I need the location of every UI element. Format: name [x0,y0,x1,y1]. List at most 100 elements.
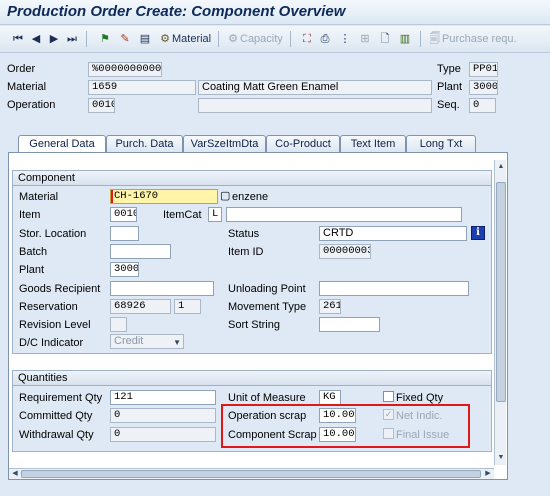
horizontal-scroll-thumb[interactable] [21,470,481,478]
header-material-description[interactable]: Coating Matt Green Enamel [198,80,432,95]
withdrawal-qty-field[interactable]: 0 [110,427,216,442]
stor-location-field[interactable] [110,226,139,241]
toolbar-separator [290,31,291,47]
vertical-scrollbar[interactable]: ▲ ▼ [494,160,506,465]
capacity-button-label: Capacity [240,33,283,45]
withdrawal-qty-label: Withdrawal Qty [19,429,94,441]
sort-string-field[interactable] [319,317,380,332]
toolbar-separator [86,31,87,47]
horizontal-scrollbar[interactable]: ◀ ▶ [9,468,494,479]
header-plant-field[interactable]: 3000 [469,80,498,95]
list-button[interactable]: ▤ [138,30,152,48]
hierarchy-icon: ⛶ [303,33,311,45]
plant-field[interactable]: 3000 [110,262,139,277]
batch-field[interactable] [110,244,171,259]
itemcat-description-field[interactable] [226,207,462,222]
material-button[interactable]: ⚙ Material [158,30,211,48]
item-id-label: Item ID [228,246,264,258]
tab-long-txt[interactable]: Long Txt [406,135,476,153]
status-label: Status [228,228,260,240]
goods-recipient-label: Goods Recipient [19,283,101,295]
header-material-label: Material [7,81,47,93]
previous-icon: ◀ [31,33,41,45]
scroll-left-icon[interactable]: ◀ [10,469,20,479]
batch-label: Batch [19,246,48,258]
page-title: Production Order Create: Component Overv… [7,3,346,20]
status-info-icon[interactable]: i [471,226,485,240]
plant-label: Plant [19,264,45,276]
structure-button[interactable]: ⊞ [358,30,372,48]
header-material-field[interactable]: 1659 [88,80,196,95]
requirement-qty-field[interactable]: 121 [110,390,216,405]
movement-type-label: Movement Type [228,301,307,313]
edit-button[interactable]: ✎ [118,30,132,48]
quantities-group-heading: Quantities [13,371,491,386]
unloading-point-label: Unloading Point [228,283,306,295]
committed-qty-field[interactable]: 0 [110,408,216,423]
reservation-field[interactable]: 68926 [110,299,171,314]
material-field[interactable]: CH-1670 [110,189,218,204]
print-button[interactable]: ⎙ [318,30,332,48]
item-field[interactable]: 0010 [110,207,137,222]
unit-of-measure-label: Unit of Measure [228,392,306,404]
first-page-button[interactable]: ⏮ [11,30,25,48]
tab-text-item[interactable]: Text Item [340,135,406,153]
title-bar: Production Order Create: Component Overv… [0,0,550,25]
stor-location-label: Stor. Location [19,228,87,240]
type-field[interactable]: PP01 [469,62,498,77]
scrap-highlight-box [221,404,470,448]
chevron-down-icon: ▼ [173,338,181,347]
reservation-item-field[interactable]: 1 [174,299,201,314]
print-icon: ⎙ [320,33,330,45]
requirement-qty-label: Requirement Qty [19,392,103,404]
purchase-icon: 🗐 [429,33,441,45]
barrel-button[interactable]: ▥ [398,30,412,48]
toolbar-separator [218,31,219,47]
committed-qty-label: Committed Qty [19,410,93,422]
tree-button[interactable]: ⋮ [338,30,352,48]
seq-field[interactable]: 0 [469,98,496,113]
material-label: Material [19,191,59,203]
vertical-scroll-thumb[interactable] [496,182,506,402]
next-page-button[interactable]: ▶ [47,30,61,48]
scroll-down-icon[interactable]: ▼ [496,453,506,463]
itemcat-field[interactable]: L [208,207,222,222]
first-icon: ⏮ [13,33,23,45]
structure-icon: ⊞ [360,33,370,45]
unloading-point-field[interactable] [319,281,469,296]
operation-label: Operation [7,99,56,111]
hierarchy-button[interactable]: ⛶ [300,30,314,48]
material-button-label: Material [172,33,212,45]
previous-page-button[interactable]: ◀ [29,30,43,48]
component-group-heading: Component [13,171,491,186]
document-button[interactable]: 🗋 [378,30,392,48]
tab-co-product[interactable]: Co-Product [266,135,340,153]
dc-indicator-label: D/C Indicator [19,337,84,349]
item-id-field[interactable]: 00000003 [319,244,371,259]
tab-purch-data[interactable]: Purch. Data [106,135,183,153]
revision-level-field[interactable] [110,317,127,332]
last-page-button[interactable]: ⏭ [65,30,79,48]
operation-description[interactable] [198,98,432,113]
goods-recipient-field[interactable] [110,281,214,296]
operation-field[interactable]: 0010 [88,98,115,113]
capacity-button[interactable]: ⚙ Capacity [226,30,283,48]
item-label: Item [19,209,41,221]
fixed-qty-checkbox[interactable] [383,391,394,402]
unit-of-measure-field[interactable]: KG [319,390,341,405]
edit-icon: ✎ [120,33,130,45]
material-field-error-marker [111,190,113,203]
material-description-copy-icon[interactable]: ▢ [220,189,230,202]
scroll-up-icon[interactable]: ▲ [496,162,506,172]
order-field[interactable]: %00000000001 [88,62,162,77]
tab-varszeitmdta[interactable]: VarSzeItmDta [183,135,266,153]
scroll-right-icon[interactable]: ▶ [483,469,493,479]
movement-type-field[interactable]: 261 [319,299,341,314]
flag-icon: ⚑ [100,33,110,45]
toolbar-separator [420,31,421,47]
purchase-requisition-button[interactable]: 🗐 Purchase requ. [428,30,517,48]
revision-level-label: Revision Level [19,319,91,331]
status-field[interactable]: CRTD [319,226,467,241]
flag-button[interactable]: ⚑ [98,30,112,48]
dc-indicator-select[interactable]: Credit ▼ [110,334,184,349]
